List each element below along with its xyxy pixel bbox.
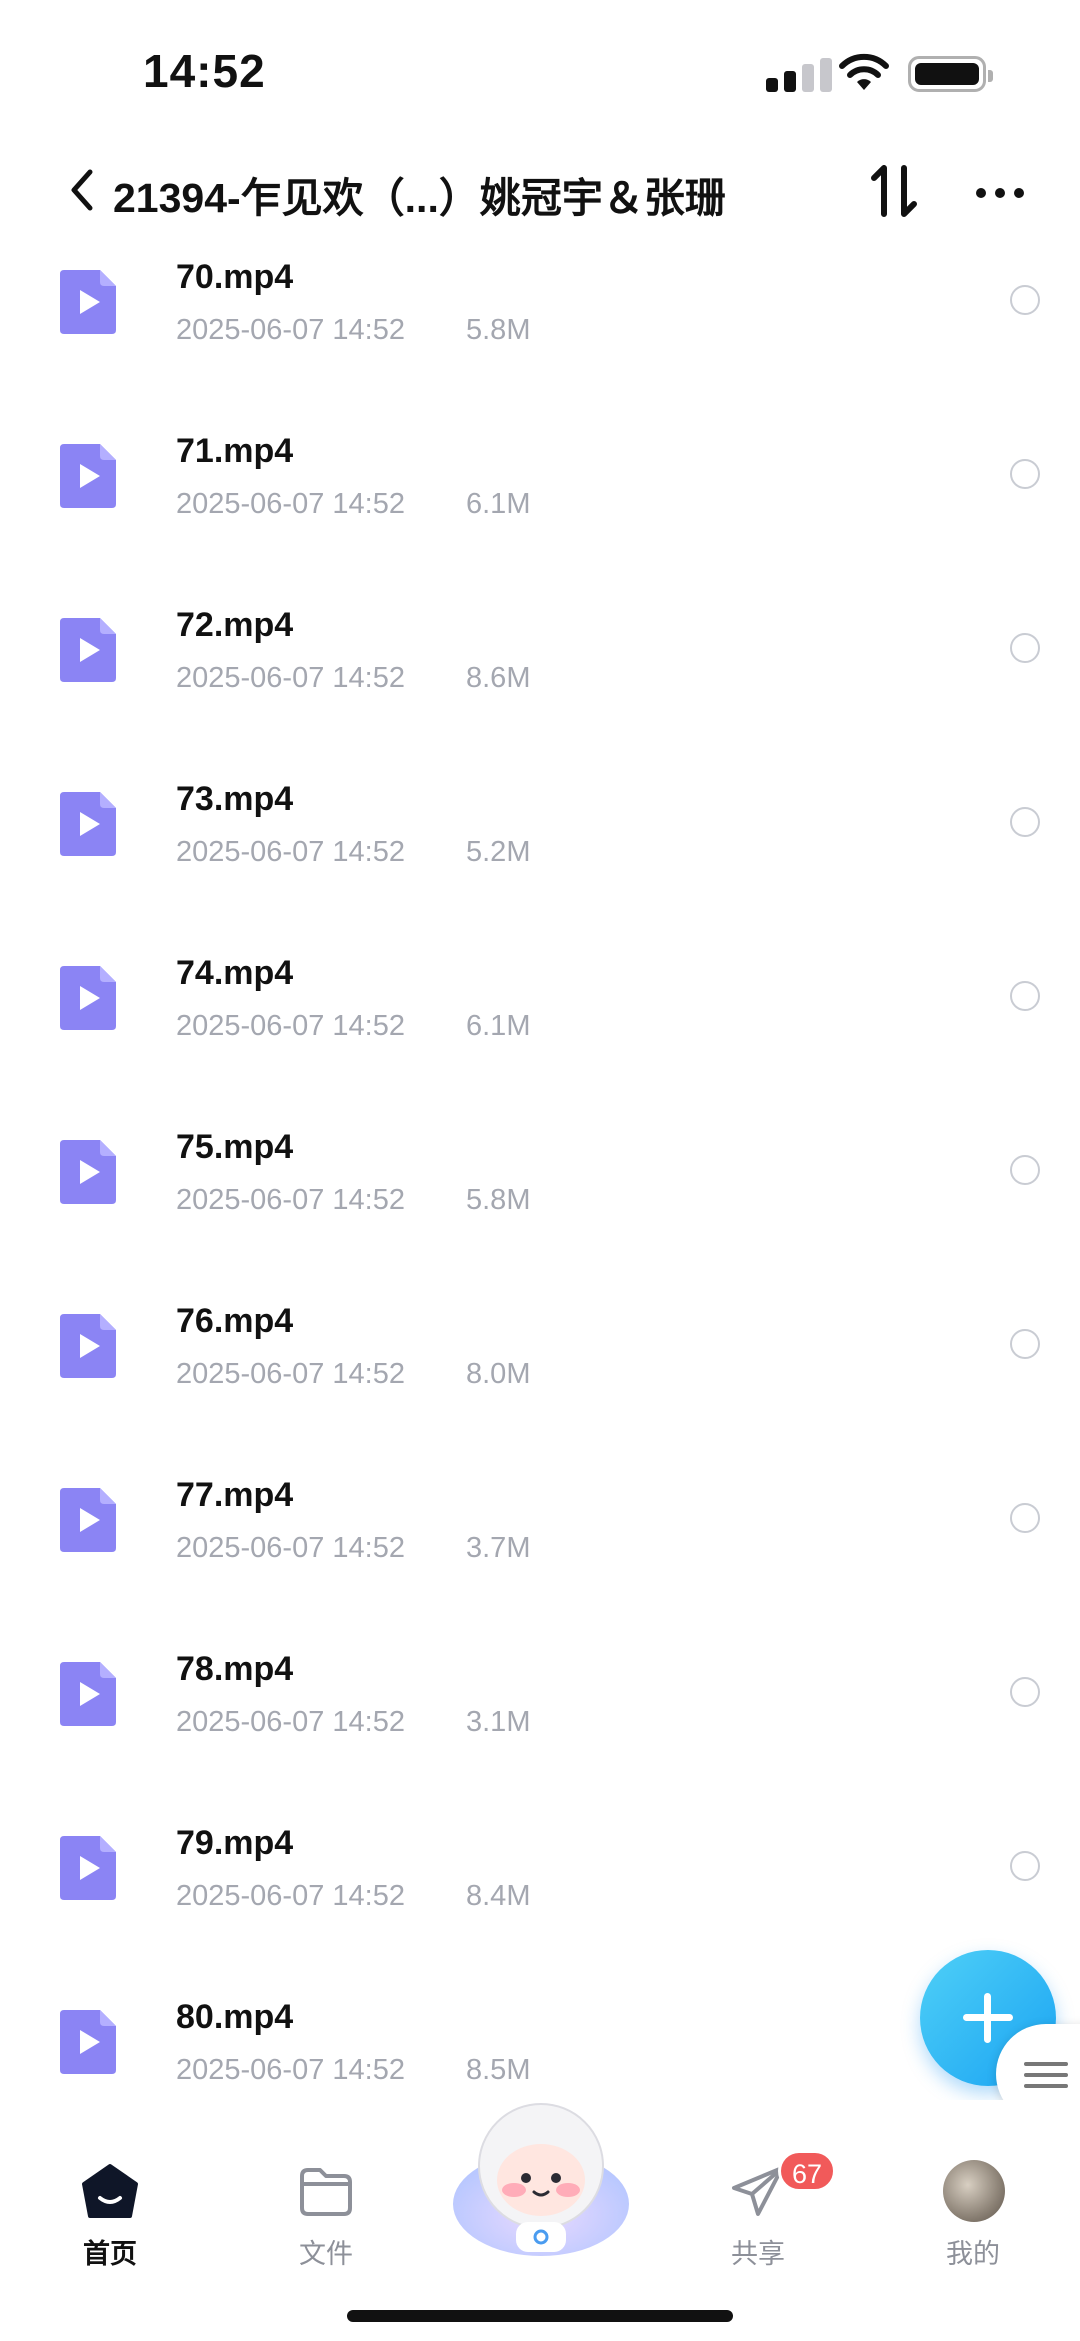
file-size: 8.5M	[466, 2054, 531, 2086]
file-name: 74.mp4	[176, 954, 294, 992]
file-row[interactable]: 77.mp4 2025-06-07 14:52 3.7M	[0, 1458, 1080, 1632]
status-time: 14:52	[143, 45, 266, 97]
more-options-icon[interactable]	[970, 170, 1030, 210]
file-date: 2025-06-07 14:52	[176, 836, 405, 868]
tab-label-files: 文件	[299, 2239, 353, 2269]
select-checkbox[interactable]	[1010, 807, 1040, 837]
select-checkbox[interactable]	[1010, 1329, 1040, 1359]
home-indicator	[347, 2310, 733, 2322]
video-file-icon	[60, 444, 116, 508]
select-checkbox[interactable]	[1010, 1155, 1040, 1185]
select-checkbox[interactable]	[1010, 633, 1040, 663]
home-icon	[82, 2164, 138, 2218]
select-checkbox[interactable]	[1010, 981, 1040, 1011]
sort-icon[interactable]	[868, 162, 922, 220]
share-badge: 67	[778, 2150, 836, 2192]
video-file-icon	[60, 270, 116, 334]
file-row[interactable]: 73.mp4 2025-06-07 14:52 5.2M	[0, 762, 1080, 936]
file-name: 78.mp4	[176, 1650, 294, 1688]
file-date: 2025-06-07 14:52	[176, 1880, 405, 1912]
file-row[interactable]: 78.mp4 2025-06-07 14:52 3.1M	[0, 1632, 1080, 1806]
file-row[interactable]: 74.mp4 2025-06-07 14:52 6.1M	[0, 936, 1080, 1110]
file-size: 3.1M	[466, 1706, 531, 1738]
file-name: 73.mp4	[176, 780, 294, 818]
page-title: 21394-乍见欢（...）姚冠宇＆张珊	[113, 175, 726, 221]
video-file-icon	[60, 1314, 116, 1378]
tab-label-share: 共享	[731, 2239, 785, 2269]
file-date: 2025-06-07 14:52	[176, 314, 405, 346]
file-size: 8.0M	[466, 1358, 531, 1390]
navigation-bar: 21394-乍见欢（...）姚冠宇＆张珊	[0, 150, 1080, 230]
video-file-icon	[60, 1662, 116, 1726]
file-size: 5.8M	[466, 314, 531, 346]
select-checkbox[interactable]	[1010, 285, 1040, 315]
video-file-icon	[60, 1140, 116, 1204]
file-row[interactable]: 80.mp4 2025-06-07 14:52 8.5M	[0, 1980, 1080, 2090]
file-row[interactable]: 76.mp4 2025-06-07 14:52 8.0M	[0, 1284, 1080, 1458]
file-name: 70.mp4	[176, 258, 294, 296]
file-size: 8.6M	[466, 662, 531, 694]
file-date: 2025-06-07 14:52	[176, 1010, 405, 1042]
select-checkbox[interactable]	[1010, 1677, 1040, 1707]
file-date: 2025-06-07 14:52	[176, 1184, 405, 1216]
file-list: 70.mp4 2025-06-07 14:52 5.8M 71.mp4 2025-06-…	[0, 240, 1080, 2090]
file-name: 72.mp4	[176, 606, 294, 644]
tab-label-mine: 我的	[946, 2239, 1000, 2269]
file-row[interactable]: 75.mp4 2025-06-07 14:52 5.8M	[0, 1110, 1080, 1284]
wifi-icon	[839, 53, 889, 90]
file-name: 80.mp4	[176, 1998, 294, 2036]
file-date: 2025-06-07 14:52	[176, 2054, 405, 2086]
tab-files[interactable]: 文件	[266, 2150, 386, 2270]
file-date: 2025-06-07 14:52	[176, 488, 405, 520]
tab-share[interactable]: 67 共享	[698, 2150, 836, 2270]
tab-home[interactable]: 首页	[50, 2150, 170, 2270]
video-file-icon	[60, 1488, 116, 1552]
file-size: 5.8M	[466, 1184, 531, 1216]
video-file-icon	[60, 1836, 116, 1900]
file-date: 2025-06-07 14:52	[176, 1706, 405, 1738]
file-row[interactable]: 70.mp4 2025-06-07 14:52 5.8M	[0, 240, 1080, 414]
file-size: 6.1M	[466, 1010, 531, 1042]
file-size: 6.1M	[466, 488, 531, 520]
file-name: 75.mp4	[176, 1128, 294, 1166]
back-chevron-icon[interactable]	[58, 162, 108, 218]
video-file-icon	[60, 966, 116, 1030]
cellular-signal-icon	[766, 58, 832, 92]
file-name: 79.mp4	[176, 1824, 294, 1862]
file-size: 3.7M	[466, 1532, 531, 1564]
file-row[interactable]: 79.mp4 2025-06-07 14:52 8.4M	[0, 1806, 1080, 1980]
video-file-icon	[60, 2010, 116, 2074]
file-date: 2025-06-07 14:52	[176, 1532, 405, 1564]
file-name: 76.mp4	[176, 1302, 294, 1340]
file-date: 2025-06-07 14:52	[176, 662, 405, 694]
file-name: 71.mp4	[176, 432, 294, 470]
avatar	[943, 2160, 1005, 2222]
file-date: 2025-06-07 14:52	[176, 1358, 405, 1390]
select-checkbox[interactable]	[1010, 1503, 1040, 1533]
tab-mine[interactable]: 我的	[913, 2150, 1033, 2270]
mascot-assistant-icon[interactable]	[450, 2094, 632, 2264]
file-name: 77.mp4	[176, 1476, 294, 1514]
file-row[interactable]: 72.mp4 2025-06-07 14:52 8.6M	[0, 588, 1080, 762]
select-checkbox[interactable]	[1010, 459, 1040, 489]
select-checkbox[interactable]	[1010, 1851, 1040, 1881]
video-file-icon	[60, 618, 116, 682]
file-size: 5.2M	[466, 836, 531, 868]
battery-icon	[908, 56, 993, 92]
tab-label-home: 首页	[83, 2239, 137, 2269]
file-size: 8.4M	[466, 1880, 531, 1912]
file-row[interactable]: 71.mp4 2025-06-07 14:52 6.1M	[0, 414, 1080, 588]
status-bar: 14:52	[0, 0, 1080, 140]
folder-icon	[300, 2168, 352, 2216]
video-file-icon	[60, 792, 116, 856]
